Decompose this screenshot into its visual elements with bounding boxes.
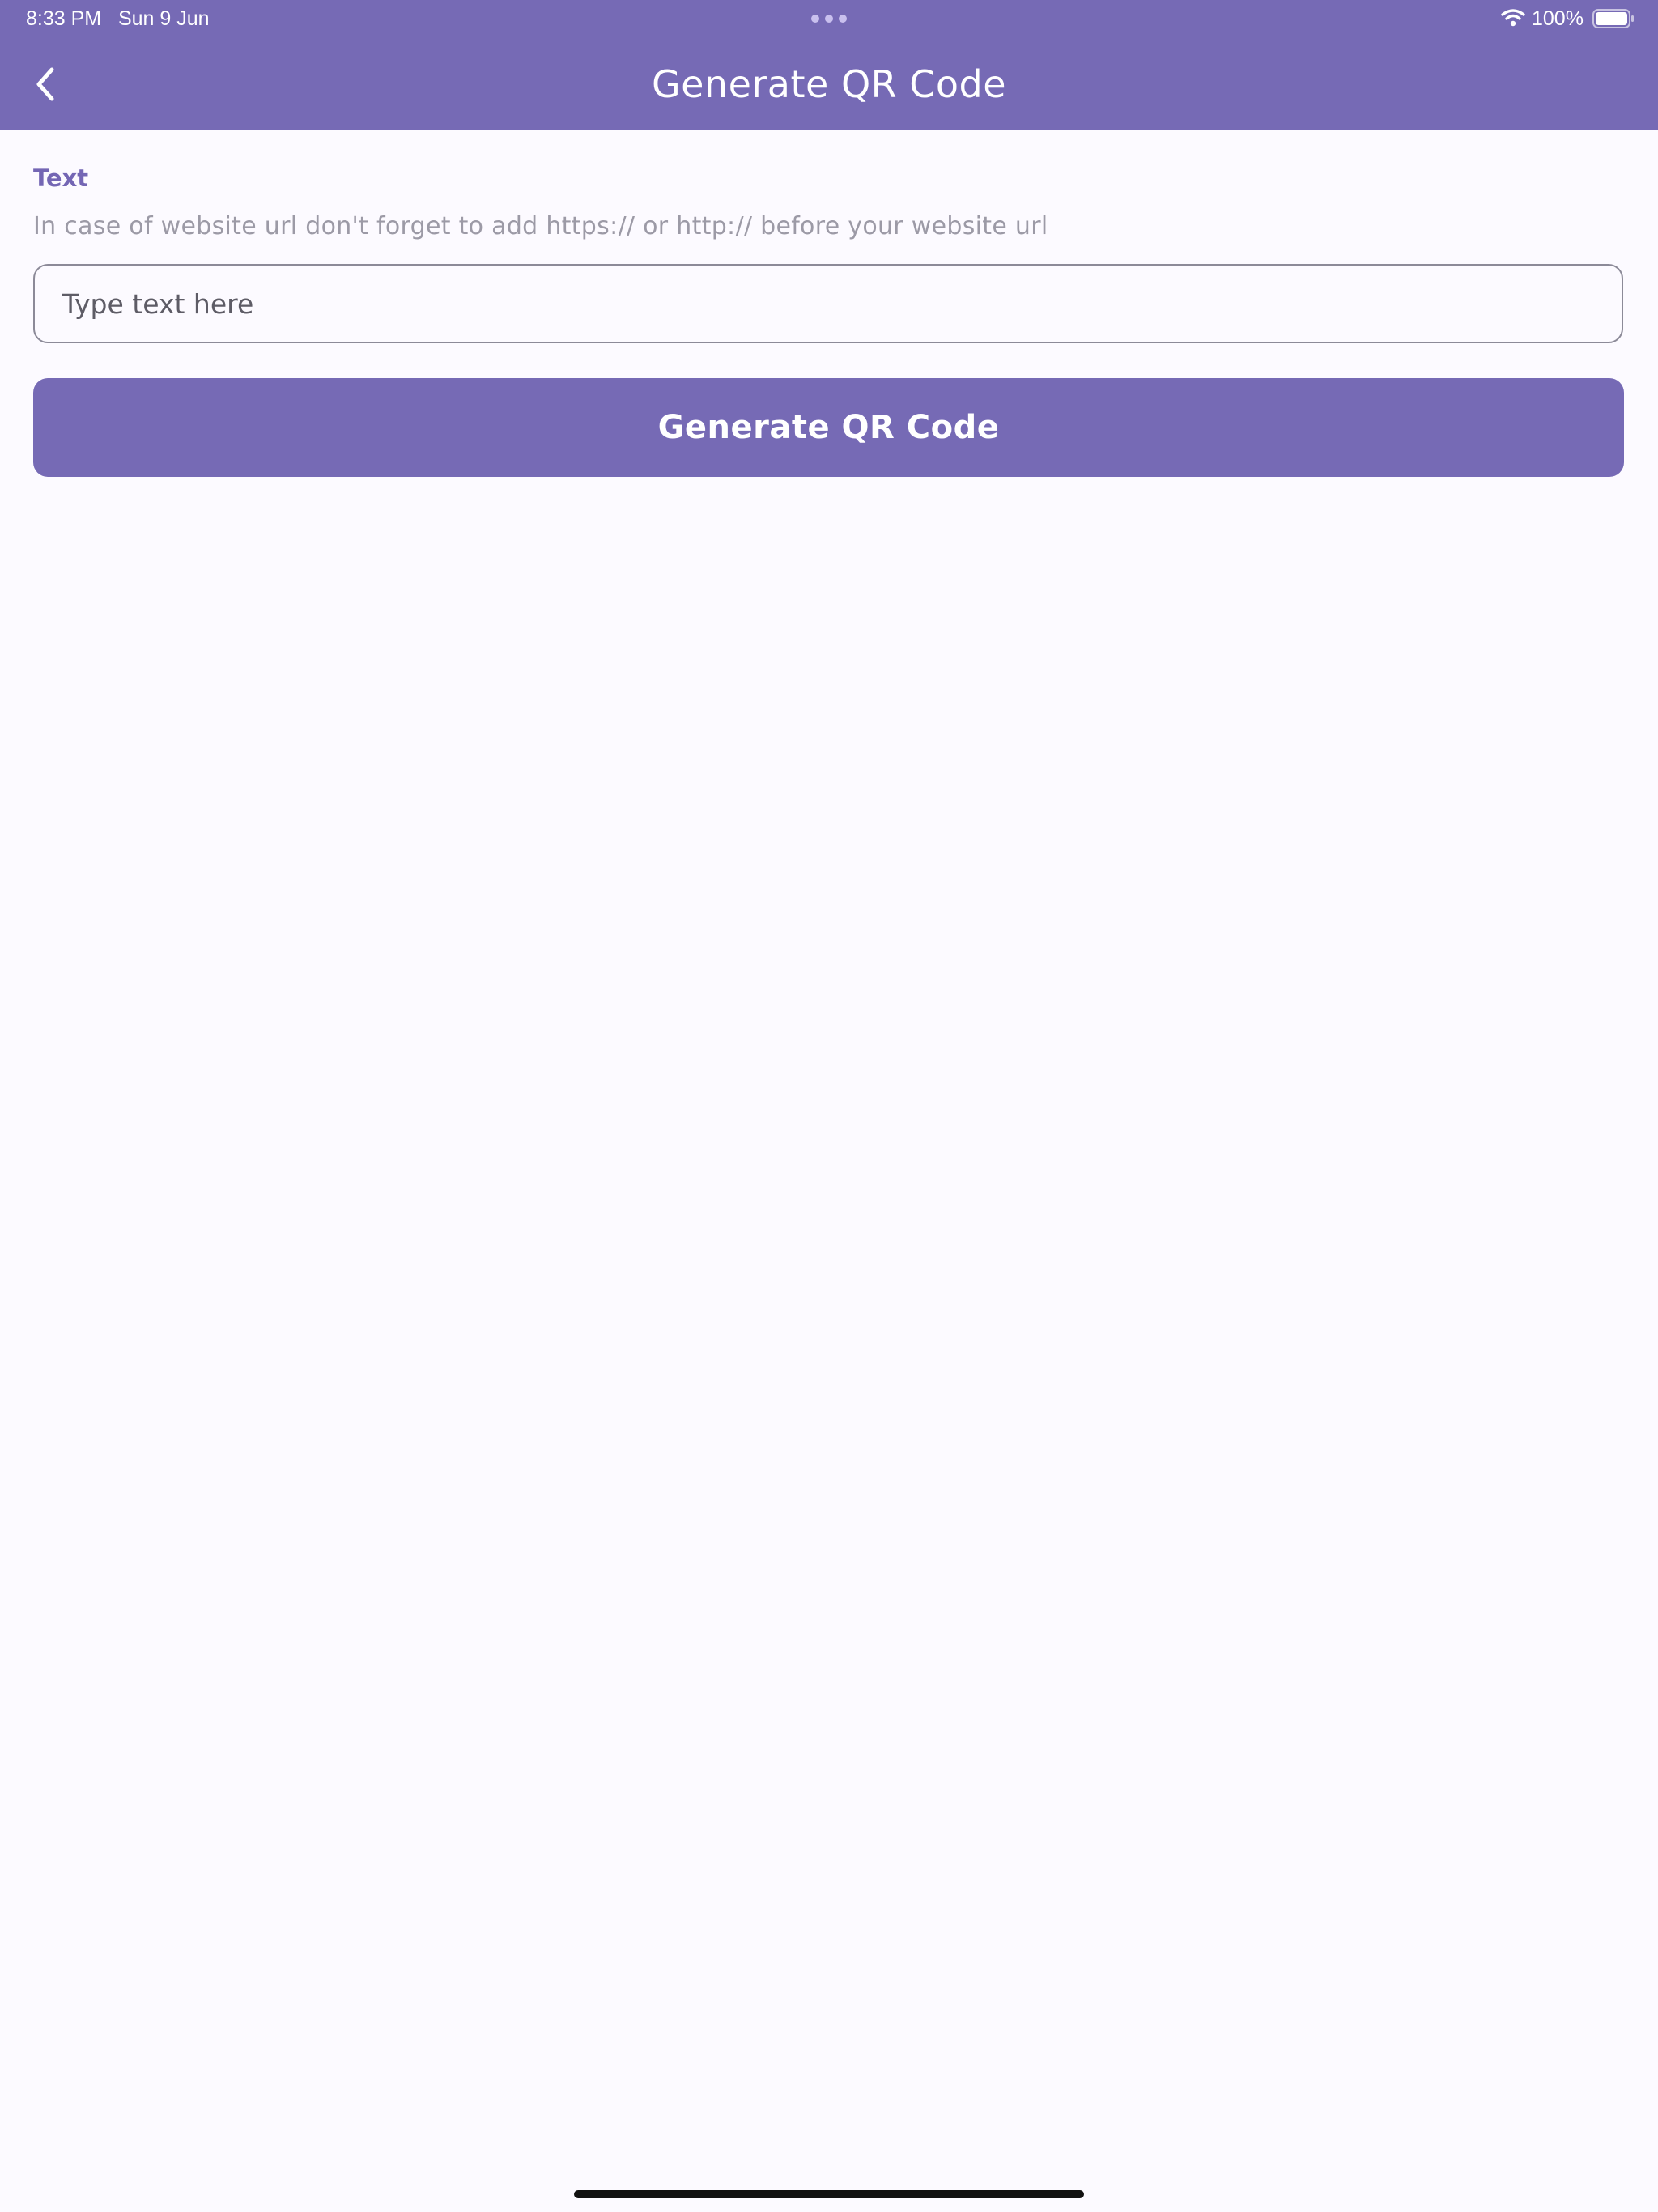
multitasking-dots-icon[interactable]: [811, 15, 847, 23]
battery-percentage: 100%: [1532, 7, 1584, 30]
page-title: Generate QR Code: [651, 62, 1006, 106]
status-time: 8:33 PM: [26, 7, 102, 30]
status-date: Sun 9 Jun: [117, 7, 210, 30]
status-bar: 8:33 PM Sun 9 Jun 100%: [0, 0, 1658, 39]
app-header: 8:33 PM Sun 9 Jun 100% Generate QR Code: [0, 0, 1658, 130]
text-field-label: Text: [33, 164, 89, 192]
battery-icon: [1592, 9, 1634, 28]
url-hint-text: In case of website url don't forget to a…: [33, 212, 1048, 240]
generate-qr-code-button[interactable]: Generate QR Code: [33, 378, 1624, 477]
wifi-icon: [1501, 9, 1525, 27]
status-time-date: 8:33 PM Sun 9 Jun: [26, 7, 210, 31]
home-indicator[interactable]: [574, 2190, 1084, 2198]
text-input[interactable]: [33, 264, 1623, 343]
